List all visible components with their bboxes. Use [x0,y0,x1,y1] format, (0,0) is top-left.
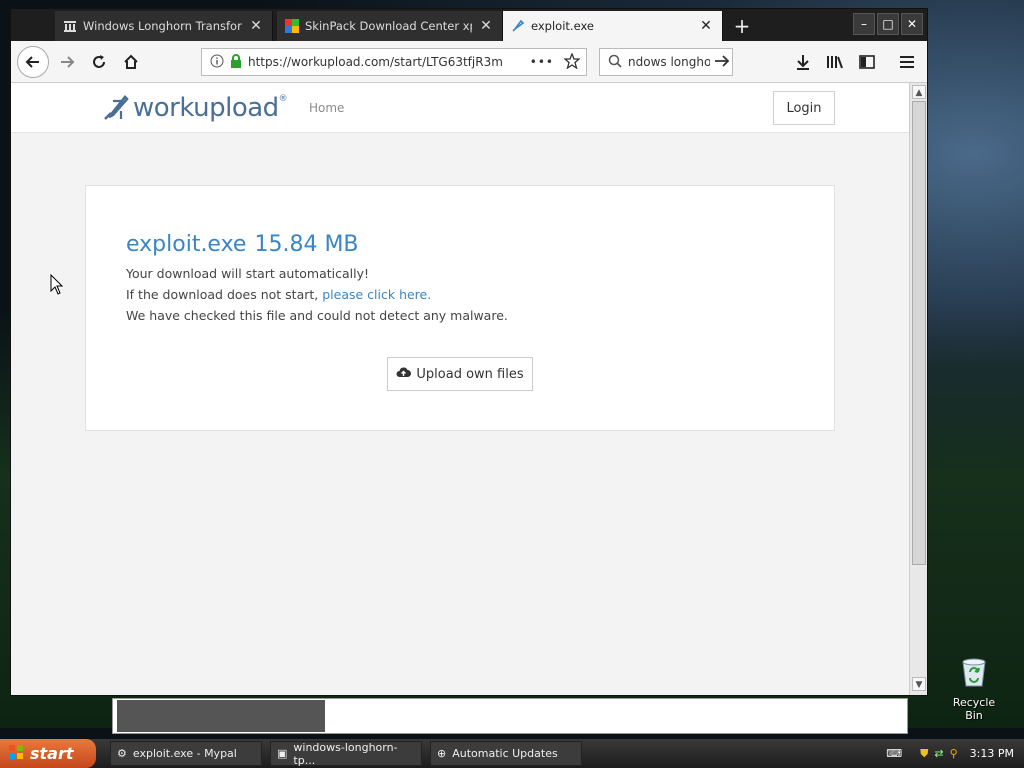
manual-download-prefix: If the download does not start, [126,287,323,302]
site-header: workupload ® Home Login [11,83,909,133]
start-label: start [30,744,74,763]
download-icon [797,55,809,70]
padlock-icon[interactable] [230,53,242,71]
mypal-icon: ⚙ [117,747,127,760]
file-heading: exploit.exe 15.84 MB [126,232,367,257]
library-button[interactable] [821,48,849,76]
rocket-logo-icon [104,95,129,120]
registered-mark: ® [278,94,288,104]
windows-flag-icon [8,744,24,764]
system-tray: ⌨ ⛊ ⇄ ⚲ 3:13 PM [886,739,1024,768]
start-button[interactable]: start [0,739,96,768]
clock[interactable]: 3:13 PM [970,747,1014,760]
menu-button[interactable] [893,48,921,76]
network-icon[interactable]: ⇄ [934,747,943,760]
taskbar-item-label: exploit.exe - Mypal [132,747,237,760]
tab-title: exploit.exe [531,19,594,33]
info-icon[interactable] [210,54,224,71]
taskbar-item-folder[interactable]: ▣ windows-longhorn-tp... [270,740,422,767]
folder-icon: ▣ [277,747,288,760]
tab-title: Windows Longhorn Transformatio [83,19,242,33]
close-tab-icon[interactable]: ✕ [478,18,494,34]
manual-download-text: If the download does not start, please c… [126,287,431,302]
taskbar-item-updates[interactable]: ⊕ Automatic Updates [430,741,582,766]
tab-skinpack[interactable]: SkinPack Download Center xppack ✕ [277,11,503,41]
workupload-logo[interactable]: workupload ® [99,91,288,125]
background-window-dark-area [117,700,325,732]
logo-text: workupload [133,93,279,123]
search-go-icon[interactable] [714,54,730,71]
recycle-bin-label: Recycle Bin [952,696,996,722]
vertical-scrollbar[interactable]: ▲ ▼ [909,83,927,695]
maximize-button[interactable]: □ [877,13,899,35]
recycle-bin-desktop-icon[interactable]: Recycle Bin [944,656,1004,722]
library-icon [827,56,843,69]
sidebar-button[interactable] [853,48,881,76]
new-tab-button[interactable]: + [731,14,753,38]
reload-button[interactable] [85,48,113,76]
cloud-upload-icon [396,366,412,382]
rocket-icon [511,19,525,33]
close-window-button[interactable]: ✕ [901,13,923,35]
taskbar-item-label: Automatic Updates [452,747,558,760]
malware-check-text: We have checked this file and could not … [126,308,508,323]
windows-update-icon: ⊕ [437,747,447,760]
forward-button[interactable] [53,48,81,76]
auto-download-text: Your download will start automatically! [126,266,370,281]
tab-exploit[interactable]: exploit.exe ✕ [503,11,723,41]
arrow-left-icon [25,56,39,68]
search-bar[interactable] [599,48,733,76]
scroll-thumb[interactable] [912,101,926,565]
upload-button-label: Upload own files [416,366,524,382]
file-name: exploit.exe [126,232,247,257]
click-here-link[interactable]: please click here. [322,287,431,302]
scroll-down-icon[interactable]: ▼ [912,677,926,691]
downloads-button[interactable] [789,48,817,76]
bookmark-star-icon[interactable] [563,51,581,72]
skinpack-icon [285,19,299,33]
taskbar: start ⚙ exploit.exe - Mypal ▣ windows-lo… [0,739,1024,768]
taskbar-item-label: windows-longhorn-tp... [293,740,398,767]
hamburger-icon [900,56,914,68]
museum-icon [63,19,77,33]
window-controls: – □ ✕ [853,13,923,35]
nav-home-link[interactable]: Home [309,101,344,115]
login-button[interactable]: Login [773,91,835,125]
background-window-strip [112,698,908,734]
page-actions-menu[interactable]: ••• [530,55,554,69]
close-tab-icon[interactable]: ✕ [248,18,264,34]
keyboard-icon[interactable]: ⌨ [886,747,902,760]
download-card: exploit.exe 15.84 MB Your download will s… [85,185,835,431]
recycle-bin-icon [962,658,986,687]
address-bar[interactable]: https://workupload.com/start/LTG63tfjR3m… [201,48,587,76]
file-size: 15.84 MB [254,232,359,257]
search-icon [608,54,622,71]
upload-own-files-button[interactable]: Upload own files [387,357,533,391]
arrow-right-icon [61,56,75,68]
close-tab-icon[interactable]: ✕ [698,18,714,34]
search-input[interactable] [628,55,710,69]
home-icon [124,54,138,69]
security-shield-icon[interactable]: ⛊ [920,747,928,761]
reload-icon [93,55,105,68]
home-button[interactable] [117,48,145,76]
scroll-up-icon[interactable]: ▲ [912,85,926,99]
page-viewport: workupload ® Home Login exploit.exe 15.84… [11,83,909,695]
navigation-toolbar: https://workupload.com/start/LTG63tfjR3m… [11,41,927,83]
tab-windows-longhorn[interactable]: Windows Longhorn Transformatio ✕ [55,11,273,41]
search-tray-icon[interactable]: ⚲ [950,747,958,760]
mouse-cursor-icon [50,273,64,300]
taskbar-item-mypal[interactable]: ⚙ exploit.exe - Mypal [110,741,262,766]
tab-strip: Windows Longhorn Transformatio ✕ SkinPac… [11,9,927,41]
tab-title: SkinPack Download Center xppack [305,19,472,33]
minimize-button[interactable]: – [853,13,875,35]
sidebar-icon [859,55,875,69]
browser-window: Windows Longhorn Transformatio ✕ SkinPac… [10,8,928,696]
url-text[interactable]: https://workupload.com/start/LTG63tfjR3m [248,55,530,69]
back-button[interactable] [17,46,49,78]
